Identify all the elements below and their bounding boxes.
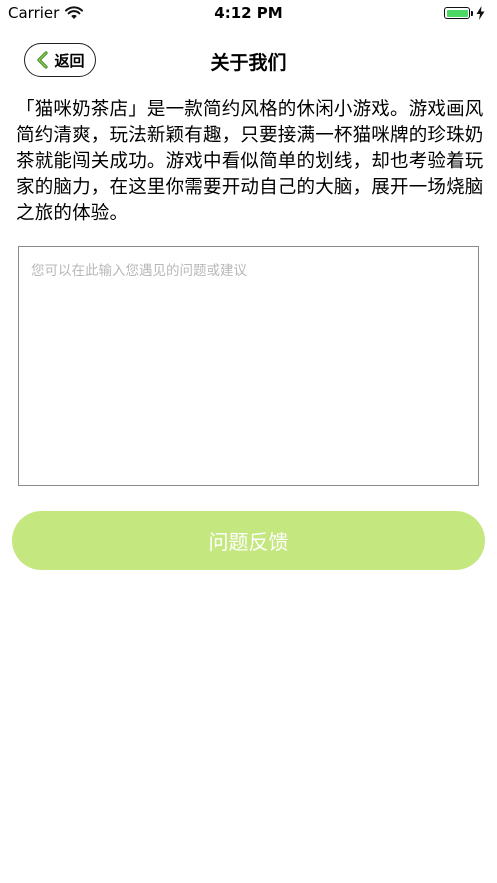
charging-bolt-icon	[476, 6, 485, 20]
feedback-submit-label: 问题反馈	[208, 530, 289, 554]
page-title: 关于我们	[210, 52, 287, 74]
battery-indicator	[444, 6, 485, 20]
feedback-input[interactable]	[18, 246, 479, 486]
feedback-submit-button[interactable]: 问题反馈	[12, 511, 485, 570]
battery-icon	[444, 7, 470, 19]
intro-text: 「猫咪奶茶店」是一款简约风格的休闲小游戏。游戏画风简约清爽，玩法新颖有趣，只要接…	[16, 99, 484, 224]
status-time: 4:12 PM	[214, 4, 283, 22]
status-bar: Carrier 4:12 PM	[0, 0, 497, 26]
battery-fill	[446, 9, 468, 17]
navigation-bar: 返回 关于我们	[0, 38, 497, 82]
